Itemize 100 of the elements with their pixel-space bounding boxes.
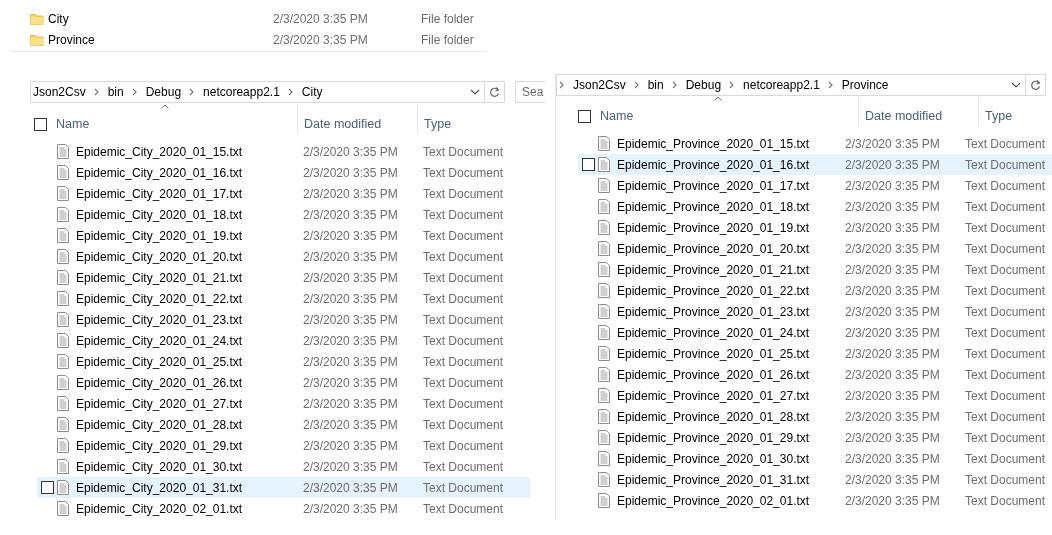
file-row[interactable]: Epidemic_City_2020_01_23.txt 2/3/2020 3:35 PM Text Document <box>37 309 530 330</box>
file-row[interactable]: Epidemic_Province_2020_01_27.txt 2/3/2020 3:35 PM Text Document <box>578 385 1052 406</box>
file-name: Epidemic_Province_2020_01_30.txt <box>617 450 811 468</box>
breadcrumb[interactable]: Debug <box>685 76 722 94</box>
file-row[interactable]: Epidemic_Province_2020_01_28.txt 2/3/2020 3:35 PM Text Document <box>578 406 1052 427</box>
row-checkbox[interactable] <box>41 481 54 494</box>
file-name: Epidemic_City_2020_01_28.txt <box>76 416 244 434</box>
date-modified: 2/3/2020 3:35 PM <box>303 374 399 392</box>
breadcrumb[interactable]: netcoreapp2.1 <box>743 76 820 94</box>
file-row[interactable]: Epidemic_Province_2020_01_30.txt 2/3/2020 3:35 PM Text Document <box>578 448 1052 469</box>
file-type: Text Document <box>423 311 504 329</box>
date-modified: 2/3/2020 3:35 PM <box>845 324 941 342</box>
file-row[interactable]: Epidemic_City_2020_01_27.txt 2/3/2020 3:35 PM Text Document <box>37 393 530 414</box>
breadcrumb[interactable]: Json2Csv <box>573 76 626 94</box>
file-name: Epidemic_Province_2020_01_29.txt <box>617 429 811 447</box>
file-row[interactable]: Epidemic_City_2020_01_21.txt 2/3/2020 3:35 PM Text Document <box>37 267 530 288</box>
file-row[interactable]: Epidemic_City_2020_01_18.txt 2/3/2020 3:35 PM Text Document <box>37 204 530 225</box>
refresh-button[interactable] <box>1026 74 1046 96</box>
document-icon <box>57 354 69 369</box>
file-row[interactable]: Epidemic_City_2020_01_16.txt 2/3/2020 3:35 PM Text Document <box>37 162 530 183</box>
file-row[interactable]: Epidemic_Province_2020_01_17.txt 2/3/2020 3:35 PM Text Document <box>578 175 1052 196</box>
date-modified: 2/3/2020 3:35 PM <box>303 395 399 413</box>
select-all-checkbox[interactable] <box>578 109 591 123</box>
file-type: Text Document <box>423 458 504 476</box>
file-type: Text Document <box>965 429 1046 447</box>
address-bar[interactable]: Json2Csv bin Debug netcoreapp2.1 Province <box>556 74 1026 96</box>
breadcrumb[interactable]: Json2Csv <box>33 83 86 101</box>
file-type: Text Document <box>423 290 504 308</box>
address-bar[interactable]: Json2Csv bin Debug netcoreapp2.1 City <box>30 81 486 103</box>
file-type: Text Document <box>423 500 504 518</box>
breadcrumb[interactable]: Debug <box>145 83 182 101</box>
date-modified: 2/3/2020 3:35 PM <box>303 437 399 455</box>
document-icon <box>598 493 610 508</box>
file-row[interactable]: Epidemic_City_2020_01_28.txt 2/3/2020 3:35 PM Text Document <box>37 414 530 435</box>
breadcrumb[interactable]: City <box>301 83 323 101</box>
search-field[interactable]: Sea <box>515 81 545 103</box>
date-modified: 2/3/2020 3:35 PM <box>845 282 941 300</box>
file-row[interactable]: Epidemic_Province_2020_01_18.txt 2/3/2020 3:35 PM Text Document <box>578 196 1052 217</box>
file-row[interactable]: Epidemic_Province_2020_01_25.txt 2/3/2020 3:35 PM Text Document <box>578 343 1052 364</box>
document-icon <box>598 388 610 403</box>
select-all-checkbox[interactable] <box>34 117 47 131</box>
file-row[interactable]: Epidemic_Province_2020_01_20.txt 2/3/2020 3:35 PM Text Document <box>578 238 1052 259</box>
file-row[interactable]: Epidemic_City_2020_01_17.txt 2/3/2020 3:35 PM Text Document <box>37 183 530 204</box>
file-type: Text Document <box>965 450 1046 468</box>
file-row[interactable]: Epidemic_Province_2020_01_22.txt 2/3/2020 3:35 PM Text Document <box>578 280 1052 301</box>
file-type: File folder <box>421 31 474 49</box>
file-row[interactable]: Epidemic_City_2020_01_20.txt 2/3/2020 3:35 PM Text Document <box>37 246 530 267</box>
document-icon <box>57 270 69 285</box>
file-row[interactable]: Epidemic_City_2020_01_22.txt 2/3/2020 3:35 PM Text Document <box>37 288 530 309</box>
file-row[interactable]: Epidemic_Province_2020_01_16.txt 2/3/2020 3:35 PM Text Document <box>578 154 1052 175</box>
file-row[interactable]: Epidemic_Province_2020_01_19.txt 2/3/2020 3:35 PM Text Document <box>578 217 1052 238</box>
breadcrumb[interactable]: bin <box>107 83 124 101</box>
column-header[interactable]: Name <box>600 106 634 126</box>
file-row[interactable]: Epidemic_Province_2020_02_01.txt 2/3/2020 3:35 PM Text Document <box>578 490 1052 511</box>
file-row[interactable]: Epidemic_City_2020_01_19.txt 2/3/2020 3:35 PM Text Document <box>37 225 530 246</box>
file-row[interactable]: Epidemic_City_2020_01_29.txt 2/3/2020 3:35 PM Text Document <box>37 435 530 456</box>
file-row[interactable]: Epidemic_Province_2020_01_21.txt 2/3/2020 3:35 PM Text Document <box>578 259 1052 280</box>
column-header[interactable]: Name <box>56 114 90 134</box>
file-row[interactable]: Epidemic_Province_2020_01_24.txt 2/3/2020 3:35 PM Text Document <box>578 322 1052 343</box>
column-header[interactable]: Type <box>424 114 452 134</box>
file-row[interactable]: Epidemic_Province_2020_01_23.txt 2/3/2020 3:35 PM Text Document <box>578 301 1052 322</box>
row-checkbox[interactable] <box>582 158 595 171</box>
column-header[interactable]: Date modified <box>304 114 382 134</box>
column-header[interactable]: Type <box>985 106 1013 126</box>
file-row[interactable]: Epidemic_Province_2020_01_15.txt 2/3/2020 3:35 PM Text Document <box>578 133 1052 154</box>
file-row[interactable]: Epidemic_Province_2020_01_31.txt 2/3/2020 3:35 PM Text Document <box>578 469 1052 490</box>
file-type: Text Document <box>965 261 1046 279</box>
chevron-icon <box>131 88 138 96</box>
breadcrumb[interactable]: netcoreapp2.1 <box>203 83 280 101</box>
refresh-button[interactable] <box>485 81 505 103</box>
dropdown-icon <box>1011 82 1021 88</box>
file-name: Epidemic_Province_2020_01_15.txt <box>617 135 811 153</box>
document-icon <box>598 367 610 382</box>
file-row[interactable]: Epidemic_City_2020_02_01.txt 2/3/2020 3:35 PM Text Document <box>37 498 530 519</box>
document-icon <box>598 262 610 277</box>
file-row[interactable]: Epidemic_City_2020_01_24.txt 2/3/2020 3:35 PM Text Document <box>37 330 530 351</box>
breadcrumb[interactable]: Province <box>841 76 889 94</box>
file-row[interactable]: Epidemic_City_2020_01_31.txt 2/3/2020 3:35 PM Text Document <box>37 477 530 498</box>
document-icon <box>598 325 610 340</box>
date-modified: 2/3/2020 3:35 PM <box>303 248 399 266</box>
file-row[interactable]: Epidemic_Province_2020_01_26.txt 2/3/2020 3:35 PM Text Document <box>578 364 1052 385</box>
file-row[interactable]: Epidemic_City_2020_01_26.txt 2/3/2020 3:35 PM Text Document <box>37 372 530 393</box>
document-icon <box>598 241 610 256</box>
breadcrumb[interactable]: bin <box>647 76 664 94</box>
chevron-icon <box>827 81 834 89</box>
file-type: Text Document <box>423 332 504 350</box>
date-modified: 2/3/2020 3:35 PM <box>273 10 369 28</box>
date-modified: 2/3/2020 3:35 PM <box>845 156 941 174</box>
file-row[interactable]: Epidemic_City_2020_01_25.txt 2/3/2020 3:35 PM Text Document <box>37 351 530 372</box>
date-modified: 2/3/2020 3:35 PM <box>845 240 941 258</box>
chevron-icon <box>671 81 678 89</box>
folder-name[interactable]: City <box>48 9 273 28</box>
file-row[interactable]: Epidemic_City_2020_01_30.txt 2/3/2020 3:35 PM Text Document <box>37 456 530 477</box>
date-modified: 2/3/2020 3:35 PM <box>303 416 399 434</box>
folder-name[interactable]: Province <box>48 30 273 49</box>
file-row[interactable]: Epidemic_Province_2020_01_29.txt 2/3/2020 3:35 PM Text Document <box>578 427 1052 448</box>
document-icon <box>598 199 610 214</box>
column-header[interactable]: Date modified <box>865 106 943 126</box>
date-modified: 2/3/2020 3:35 PM <box>845 135 941 153</box>
file-row[interactable]: Epidemic_City_2020_01_15.txt 2/3/2020 3:35 PM Text Document <box>37 141 530 162</box>
